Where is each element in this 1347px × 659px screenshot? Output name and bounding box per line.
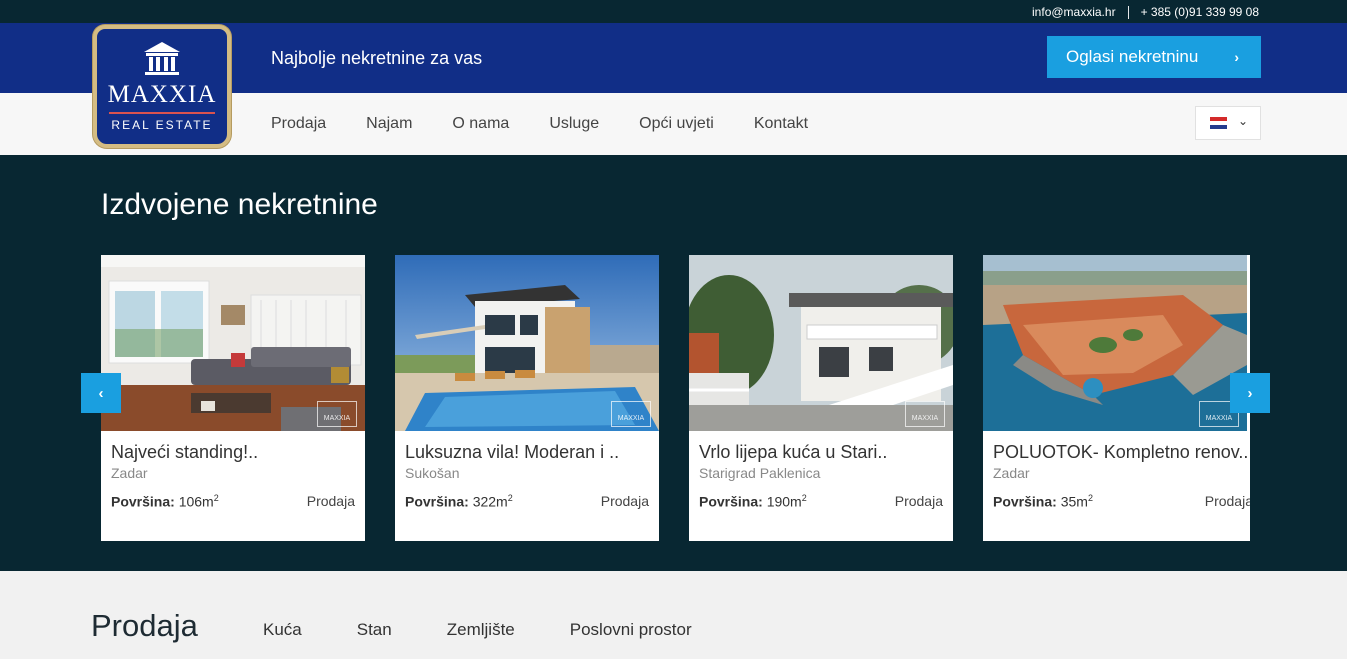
property-card[interactable]: MAXXIA Najveći standing!.. Zadar Površin… (101, 255, 365, 541)
area-label: Površina: (405, 493, 469, 510)
area-label: Površina: (699, 493, 763, 510)
area-label: Površina: (111, 493, 175, 510)
chevron-right-icon: › (1247, 384, 1253, 402)
area-value: 35m (1060, 493, 1088, 510)
property-area: Površina: 322m2 (405, 493, 513, 510)
featured-carousel: MAXXIA Najveći standing!.. Zadar Površin… (101, 255, 1250, 541)
logo[interactable]: MAXXIA REAL ESTATE (93, 25, 231, 148)
sale-categories: Kuća Stan Zemljište Poslovni prostor (263, 620, 747, 640)
area-value: 106m (178, 493, 214, 510)
carousel-next-button[interactable]: › (1230, 373, 1270, 413)
main-nav: Prodaja Najam O nama Usluge Opći uvjeti … (271, 115, 848, 133)
area-unit-exponent: 2 (1087, 493, 1093, 503)
building-icon (144, 42, 180, 75)
property-photo: MAXXIA (983, 255, 1247, 431)
nav-item-prodaja[interactable]: Prodaja (271, 115, 326, 133)
area-value: 322m (472, 493, 508, 510)
area-value: 190m (766, 493, 802, 510)
language-selector[interactable]: ⌄ (1195, 106, 1261, 140)
listing-type: Prodaja (600, 493, 649, 509)
featured-section: Izdvojene nekretnine MAXXIA Najveći stan… (0, 155, 1347, 571)
property-title[interactable]: Najveći standing!.. (111, 442, 258, 463)
chevron-left-icon: ‹ (98, 384, 104, 402)
watermark-logo: MAXXIA (317, 401, 357, 427)
property-card[interactable]: MAXXIA POLUOTOK- Kompletno renov.. Zadar… (983, 255, 1250, 541)
chevron-right-icon: › (1234, 49, 1239, 65)
email-link[interactable]: info@maxxia.hr (1032, 5, 1116, 19)
property-photo: MAXXIA (395, 255, 659, 431)
listing-type: Prodaja (306, 493, 355, 509)
property-location: Zadar (111, 465, 148, 481)
nav-item-o-nama[interactable]: O nama (452, 115, 509, 133)
category-poslovni-prostor[interactable]: Poslovni prostor (570, 620, 692, 640)
sale-section: Prodaja Kuća Stan Zemljište Poslovni pro… (0, 571, 1347, 659)
property-photo: MAXXIA (689, 255, 953, 431)
property-title[interactable]: POLUOTOK- Kompletno renov.. (993, 442, 1248, 463)
category-kuca[interactable]: Kuća (263, 620, 302, 640)
property-location: Zadar (993, 465, 1030, 481)
tagline: Najbolje nekretnine za vas (271, 48, 483, 68)
property-area: Površina: 106m2 (111, 493, 219, 510)
top-bar: info@maxxia.hr + 385 (0)91 339 99 08 (0, 0, 1347, 23)
property-area: Površina: 190m2 (699, 493, 807, 510)
property-title[interactable]: Luksuzna vila! Moderan i .. (405, 442, 619, 463)
nav-item-kontakt[interactable]: Kontakt (754, 115, 808, 133)
area-unit-exponent: 2 (507, 493, 513, 503)
property-area: Površina: 35m2 (993, 493, 1093, 510)
nav-item-najam[interactable]: Najam (366, 115, 412, 133)
property-title[interactable]: Vrlo lijepa kuća u Stari.. (699, 442, 887, 463)
divider (1127, 5, 1129, 19)
listing-type: Prodaja (1204, 493, 1250, 509)
area-unit-exponent: 2 (801, 493, 807, 503)
sale-heading: Prodaja (91, 608, 198, 643)
contact-info: info@maxxia.hr + 385 (0)91 339 99 08 (1032, 5, 1259, 19)
area-label: Površina: (993, 493, 1057, 510)
logo-subtitle: REAL ESTATE (111, 118, 213, 132)
chevron-down-icon: ⌄ (1237, 114, 1248, 128)
post-listing-label: Oglasi nekretninu (1066, 47, 1199, 66)
watermark-logo: MAXXIA (611, 401, 651, 427)
listing-type: Prodaja (894, 493, 943, 509)
post-listing-button[interactable]: Oglasi nekretninu › (1047, 36, 1261, 78)
phone-link[interactable]: + 385 (0)91 339 99 08 (1141, 5, 1259, 19)
category-stan[interactable]: Stan (357, 620, 392, 640)
logo-divider (109, 112, 215, 114)
watermark-logo: MAXXIA (905, 401, 945, 427)
nav-item-usluge[interactable]: Usluge (549, 115, 599, 133)
logo-brand: MAXXIA (107, 81, 217, 108)
property-card[interactable]: MAXXIA Vrlo lijepa kuća u Stari.. Starig… (689, 255, 953, 541)
area-unit-exponent: 2 (213, 493, 219, 503)
property-photo: MAXXIA (101, 255, 365, 431)
carousel-prev-button[interactable]: ‹ (81, 373, 121, 413)
property-location: Starigrad Paklenica (699, 465, 821, 481)
property-card[interactable]: MAXXIA Luksuzna vila! Moderan i .. Sukoš… (395, 255, 659, 541)
nav-item-opci-uvjeti[interactable]: Opći uvjeti (639, 115, 714, 133)
croatia-flag-icon (1210, 117, 1227, 129)
property-location: Sukošan (405, 465, 460, 481)
featured-heading: Izdvojene nekretnine (101, 188, 378, 221)
category-zemljiste[interactable]: Zemljište (447, 620, 515, 640)
